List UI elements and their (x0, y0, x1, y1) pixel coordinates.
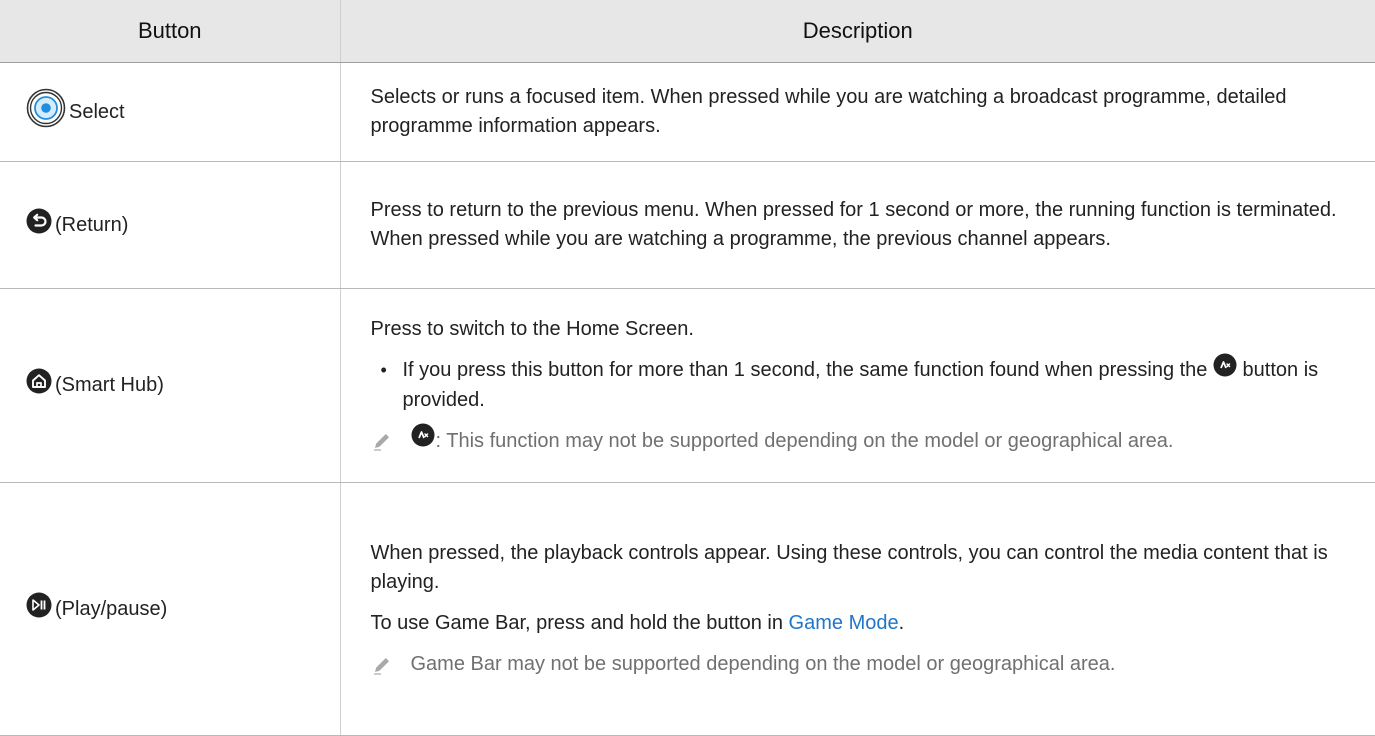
play-pause-icon (26, 592, 52, 627)
header-description: Description (340, 0, 1375, 63)
button-label: (Return) (55, 213, 129, 236)
note: Game Bar may not be supported depending … (371, 650, 1346, 679)
description-text: Press to switch to the Home Screen. (370, 318, 694, 341)
button-cell: (Play/pause) (0, 482, 341, 736)
game-bar-text-part: To use Game Bar, press and hold the butt… (370, 612, 783, 634)
note-text: : This function may not be supported dep… (435, 429, 1174, 452)
button-label: Select (69, 100, 125, 123)
description-cell: When pressed, the playback controls appe… (340, 482, 1375, 736)
ambient-icon (411, 423, 435, 456)
button-label: (Play/pause) (55, 597, 168, 620)
note-text: Game Bar may not be supported depending … (410, 653, 1116, 675)
home-icon (26, 368, 52, 403)
button-description-table: Button Description Select Selects or run… (0, 0, 1375, 736)
button-cell: (Smart Hub) (0, 288, 341, 483)
table-row-play-pause: (Play/pause) When pressed, the playback … (0, 482, 1375, 736)
game-bar-text: To use Game Bar, press and hold the butt… (371, 609, 1346, 638)
ambient-icon (1213, 353, 1237, 386)
table-row-return: (Return) Press to return to the previous… (0, 161, 1375, 289)
table-header-row: Button Description (0, 0, 1375, 63)
pencil-icon (371, 654, 411, 676)
bullet-text-part: If you press this button for more than 1… (402, 359, 1208, 382)
button-label: (Smart Hub) (55, 374, 164, 396)
return-icon (26, 208, 52, 243)
table-row-select: Select Selects or runs a focused item. W… (0, 62, 1375, 162)
note: : This function may not be supported dep… (371, 423, 1346, 456)
button-cell: (Return) (0, 161, 341, 289)
header-button: Button (0, 0, 341, 63)
description-text: Press to return to the previous menu. Wh… (370, 199, 1337, 250)
description-text: Selects or runs a focused item. When pre… (370, 86, 1287, 137)
description-cell: Press to switch to the Home Screen. • If… (340, 288, 1375, 483)
description-text: When pressed, the playback controls appe… (370, 542, 1328, 593)
button-cell: Select (0, 62, 341, 162)
game-bar-text-part: . (898, 612, 905, 634)
table-row-smart-hub: (Smart Hub) Press to switch to the Home … (0, 288, 1375, 483)
select-ring-icon (26, 88, 66, 137)
game-mode-link[interactable]: Game Mode (789, 612, 899, 634)
description-cell: Selects or runs a focused item. When pre… (340, 62, 1375, 162)
bullet-text: If you press this button for more than 1… (402, 353, 1346, 414)
bullet-dot: • (380, 360, 387, 381)
bullet-item: • If you press this button for more than… (371, 353, 1346, 414)
pencil-icon (371, 430, 411, 452)
description-cell: Press to return to the previous menu. Wh… (340, 161, 1375, 289)
